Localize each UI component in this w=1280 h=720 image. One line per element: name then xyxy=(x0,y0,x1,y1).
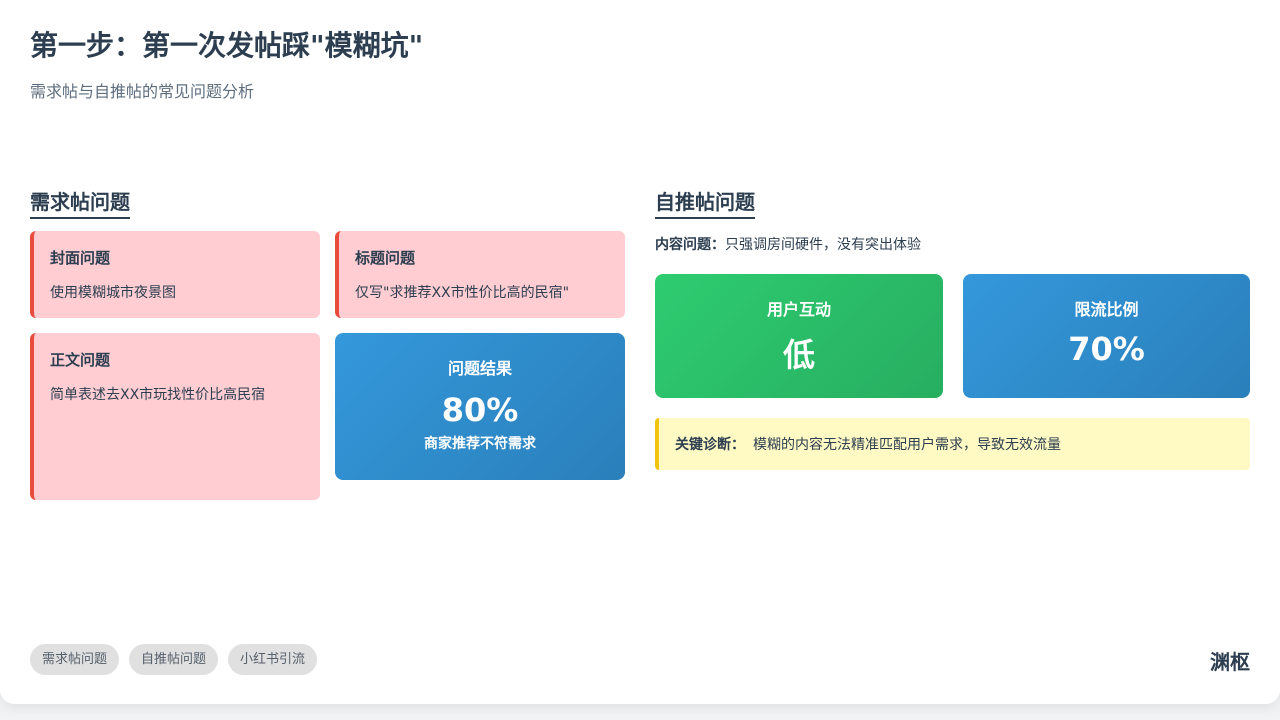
problem-result-card: 问题结果 80% 商家推荐不符需求 xyxy=(335,333,625,480)
throttle-ratio-value: 70% xyxy=(1068,330,1145,368)
user-interaction-label: 用户互动 xyxy=(766,300,831,319)
tag-xiaohongshu-traffic[interactable]: 小红书引流 xyxy=(228,644,318,675)
body-problem-card: 正文问题 简单表述去XX市玩找性价比高民宿 xyxy=(30,333,320,500)
key-diagnosis-text: 模糊的内容无法精准匹配用户需求，导致无效流量 xyxy=(753,437,1061,453)
page-title: 第一步：第一次发帖踩"模糊坑" xyxy=(30,29,424,62)
tag-list: 需求帖问题 自推帖问题 小红书引流 xyxy=(30,644,318,675)
cover-problem-text: 使用模糊城市夜景图 xyxy=(50,285,176,301)
problem-result-value: 80% xyxy=(441,391,519,429)
problem-result-label: 问题结果 xyxy=(447,359,512,378)
content-issue-label: 内容问题： xyxy=(655,237,725,253)
content-issue-text: 只强调房间硬件，没有突出体验 xyxy=(725,237,921,253)
throttle-ratio-card: 限流比例 70% xyxy=(963,274,1250,398)
user-interaction-value: 低 xyxy=(782,336,815,374)
page-subtitle: 需求帖与自推帖的常见问题分析 xyxy=(30,82,255,101)
tag-self-promo-post[interactable]: 自推帖问题 xyxy=(129,644,219,675)
brand-logo: 渊枢 xyxy=(1210,650,1250,674)
headline-problem-title: 标题问题 xyxy=(355,249,416,267)
headline-problem-card: 标题问题 仅写"求推荐XX市性价比高的民宿" xyxy=(335,231,625,318)
cover-problem-title: 封面问题 xyxy=(50,249,111,267)
problem-result-note: 商家推荐不符需求 xyxy=(424,436,536,452)
tag-demand-post[interactable]: 需求帖问题 xyxy=(30,644,120,675)
headline-problem-text: 仅写"求推荐XX市性价比高的民宿" xyxy=(355,285,570,301)
demand-section-title: 需求帖问题 xyxy=(30,186,130,219)
key-diagnosis-box: 关键诊断： 模糊的内容无法精准匹配用户需求，导致无效流量 xyxy=(655,418,1250,470)
content-issue: 内容问题：只强调房间硬件，没有突出体验 xyxy=(655,234,921,254)
slide: 第一步：第一次发帖踩"模糊坑" 需求帖与自推帖的常见问题分析 需求帖问题 封面问… xyxy=(0,0,1280,704)
body-problem-text: 简单表述去XX市玩找性价比高民宿 xyxy=(50,387,266,403)
cover-problem-card: 封面问题 使用模糊城市夜景图 xyxy=(30,231,320,318)
user-interaction-card: 用户互动 低 xyxy=(655,274,943,398)
body-problem-title: 正文问题 xyxy=(50,351,111,369)
self-promo-section-title: 自推帖问题 xyxy=(655,186,755,219)
throttle-ratio-label: 限流比例 xyxy=(1074,300,1139,319)
key-diagnosis-label: 关键诊断： xyxy=(675,437,745,453)
